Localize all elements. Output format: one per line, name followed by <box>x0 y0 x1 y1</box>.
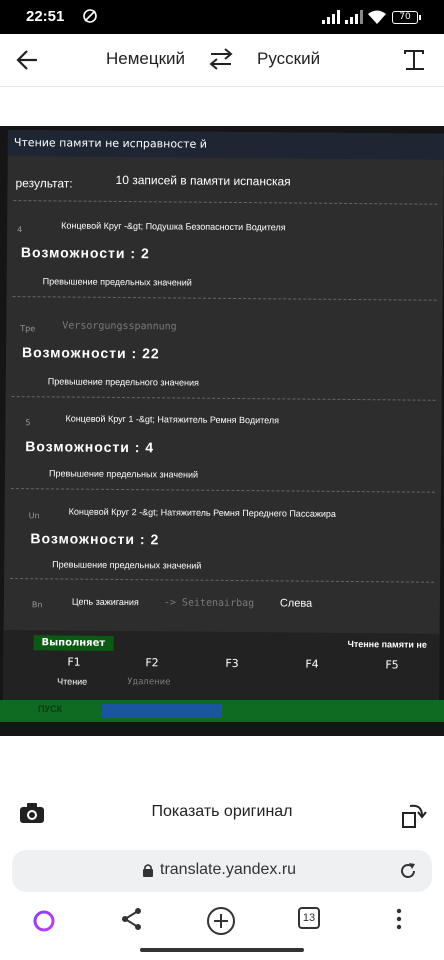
start-label: ПУСК <box>38 704 63 714</box>
signal-icon <box>322 10 340 24</box>
entry-note: Превышение предельных значений <box>48 468 199 480</box>
tabs-counter[interactable]: 13 <box>298 907 320 929</box>
swap-languages-icon[interactable] <box>207 47 235 71</box>
entry-possibilities: Возможности : 2 <box>20 244 150 262</box>
entry-number: 5 <box>25 418 31 428</box>
source-language-selector[interactable]: Немецкий <box>106 49 185 69</box>
do-not-disturb-icon <box>83 9 97 23</box>
f2-sub-label: Удаление <box>127 677 171 688</box>
status-time: 22:51 <box>26 8 65 25</box>
entry-number: 4 <box>17 225 23 235</box>
battery-icon: 70 <box>392 11 421 24</box>
divider <box>11 396 436 401</box>
f1-sub-label: Чтение <box>57 676 88 687</box>
url-text[interactable]: translate.yandex.ru <box>160 861 296 879</box>
screen-header: Чтение памяти не исправносте й <box>7 130 444 160</box>
entry-title: Концевой Круг -&gt; Подушка Безопасности… <box>61 220 286 233</box>
share-icon[interactable] <box>120 906 144 932</box>
signal-icon-2 <box>345 10 363 24</box>
divider <box>12 296 437 301</box>
divider <box>10 488 435 493</box>
entry-tail: Слева <box>279 597 313 610</box>
entry-number: Bn <box>31 600 43 610</box>
entry-note: Превышение предельных значений <box>52 559 202 571</box>
back-arrow-icon[interactable] <box>14 46 42 74</box>
result-label: результат: <box>15 176 73 191</box>
translated-photo: Чтение памяти не исправносте й результат… <box>0 126 444 736</box>
divider <box>13 200 438 205</box>
entry-title: Цепь зажигания <box>71 596 139 608</box>
entry-note: Превышение предельных значений <box>42 276 192 288</box>
taskbar-item <box>102 704 222 718</box>
wifi-icon <box>368 10 386 24</box>
diagnostic-screen: Чтение памяти не исправносте й результат… <box>3 130 444 704</box>
more-menu-icon[interactable] <box>392 906 406 932</box>
rotate-icon[interactable] <box>400 800 428 830</box>
text-mode-icon[interactable] <box>402 48 428 72</box>
result-value: 10 записей в памяти испанская <box>115 172 291 189</box>
entry-mid: -> Seitenairbag <box>163 597 255 610</box>
divider <box>10 578 435 583</box>
browser-bottom-nav: 13 <box>0 900 444 944</box>
f2-key[interactable]: F2 <box>145 656 158 669</box>
address-bar[interactable]: translate.yandex.ru <box>12 850 432 892</box>
entry-note: Превышение предельного значения <box>47 376 199 388</box>
home-indicator <box>140 948 304 952</box>
memory-label: Чтенне памяти не <box>347 638 427 650</box>
entry-possibilities: Возможности : 4 <box>25 438 155 456</box>
start-bar: ПУСК <box>0 700 444 722</box>
entry-title: Versorgungsspannung <box>62 320 177 333</box>
run-button[interactable]: Выполняет <box>33 635 114 651</box>
entry-possibilities: Возможности : 22 <box>21 344 160 362</box>
entry-possibilities: Возможности : 2 <box>30 530 160 548</box>
entry-number: Un <box>28 511 40 521</box>
translate-toolbar: Немецкий Русский <box>0 34 444 87</box>
show-original-button[interactable]: Показать оригинал <box>0 803 444 821</box>
battery-level: 70 <box>399 12 411 22</box>
alice-assistant-icon[interactable] <box>30 906 58 934</box>
status-bar: 22:51 70 <box>0 0 444 34</box>
new-tab-icon[interactable] <box>206 906 236 936</box>
show-original-row: Показать оригинал <box>0 796 444 836</box>
f5-key[interactable]: F5 <box>385 658 398 671</box>
reload-icon[interactable] <box>398 861 418 881</box>
lock-icon <box>143 864 153 877</box>
entry-title: Концевой Круг 2 -&gt; Натяжитель Ремня П… <box>68 506 336 519</box>
f1-key[interactable]: F1 <box>67 656 80 669</box>
entry-number: Tpe <box>20 324 36 334</box>
f3-key[interactable]: F3 <box>225 657 238 670</box>
f4-key[interactable]: F4 <box>305 658 318 671</box>
entry-title: Концевой Круг 1 -&gt; Натяжитель Ремня В… <box>65 413 280 426</box>
target-language-selector[interactable]: Русский <box>257 49 320 69</box>
